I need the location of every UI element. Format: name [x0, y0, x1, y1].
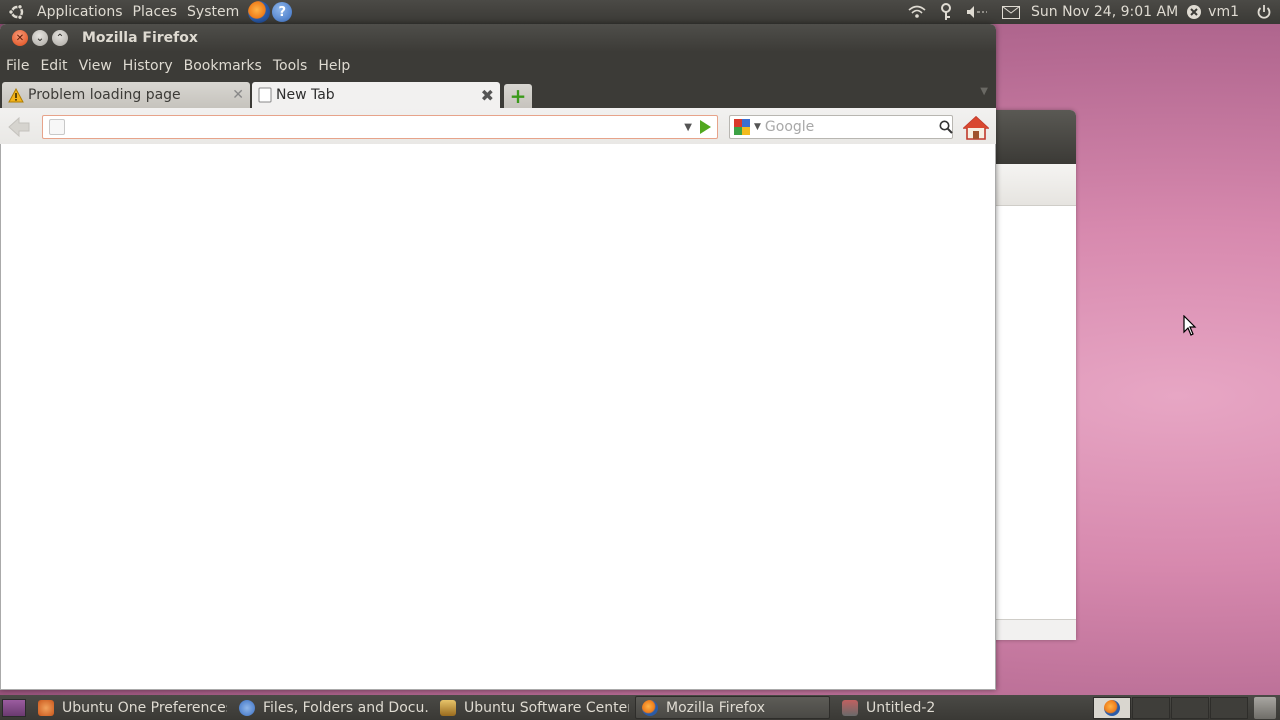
firefox-launcher-icon[interactable]	[248, 1, 271, 23]
bottom-panel: Ubuntu One Preferences Files, Folders an…	[0, 695, 1280, 720]
maximize-window-button[interactable]: ⌃	[52, 30, 68, 46]
taskbar-item-ubuntu-one[interactable]: Ubuntu One Preferences	[32, 696, 227, 719]
home-button[interactable]	[961, 115, 991, 140]
menu-history[interactable]: History	[118, 58, 178, 74]
menu-view[interactable]: View	[74, 58, 117, 74]
menubar: File Edit View History Bookmarks Tools H…	[0, 52, 996, 80]
tab-bar: Problem loading page ✕ New Tab ✖ + ▼	[0, 80, 996, 108]
firefox-mini-icon	[1104, 699, 1120, 716]
page-content[interactable]	[0, 144, 996, 690]
keyring-icon[interactable]	[940, 3, 952, 21]
help-icon	[239, 699, 255, 716]
user-menu[interactable]: vm1	[1186, 4, 1239, 20]
menu-edit[interactable]: Edit	[35, 58, 72, 74]
background-window[interactable]	[990, 110, 1076, 640]
navigation-toolbar: ▼ ▼	[0, 108, 996, 146]
site-identity-icon[interactable]	[49, 119, 65, 135]
software-center-icon	[440, 699, 456, 716]
search-engine-dropdown-icon[interactable]: ▼	[754, 122, 761, 132]
mouse-cursor-icon	[1183, 315, 1197, 336]
url-input[interactable]	[71, 117, 685, 137]
menu-tools[interactable]: Tools	[268, 58, 313, 74]
firefox-window: ✕ ⌄ ⌃ Mozilla Firefox File Edit View His…	[0, 24, 996, 690]
user-status-icon	[1187, 5, 1202, 19]
taskbar-item-label: Ubuntu One Preferences	[62, 699, 227, 716]
show-desktop-button[interactable]	[2, 698, 26, 717]
search-input[interactable]	[764, 117, 939, 137]
back-arrow-icon	[8, 116, 30, 137]
home-icon	[961, 115, 991, 140]
search-icon[interactable]	[939, 120, 953, 134]
background-window-titlebar[interactable]	[990, 110, 1076, 164]
tab-label: Problem loading page	[28, 87, 181, 103]
menu-bookmarks[interactable]: Bookmarks	[179, 58, 267, 74]
go-button[interactable]	[700, 120, 711, 134]
close-tab-icon[interactable]: ✕	[232, 87, 244, 103]
taskbar-item-label: Files, Folders and Docu...	[263, 699, 428, 716]
url-history-dropdown-icon[interactable]: ▼	[684, 122, 692, 133]
taskbar-item-label: Ubuntu Software Center	[464, 699, 629, 716]
applications-menu[interactable]: Applications	[32, 0, 128, 24]
clock[interactable]: Sun Nov 24, 9:01 AM	[1031, 4, 1178, 20]
window-title: Mozilla Firefox	[82, 30, 198, 46]
workspace-4[interactable]	[1210, 696, 1248, 719]
places-menu[interactable]: Places	[128, 0, 183, 24]
warning-icon	[8, 87, 24, 102]
background-window-toolbar	[990, 164, 1076, 206]
search-bar[interactable]: ▼	[729, 115, 953, 139]
blank-page-icon	[258, 87, 272, 103]
back-button[interactable]	[8, 115, 32, 139]
tab-list-arrow-icon[interactable]: ▼	[980, 86, 988, 97]
help-launcher-icon[interactable]: ?	[272, 2, 293, 22]
network-icon[interactable]	[908, 5, 926, 19]
menu-file[interactable]: File	[0, 58, 34, 74]
tab-new-tab[interactable]: New Tab ✖	[252, 82, 500, 108]
window-titlebar[interactable]: ✕ ⌄ ⌃ Mozilla Firefox	[0, 24, 996, 52]
taskbar-item-firefox[interactable]: Mozilla Firefox	[635, 696, 830, 719]
workspace-2[interactable]	[1132, 696, 1170, 719]
power-icon[interactable]	[1256, 4, 1272, 20]
menu-help[interactable]: Help	[313, 58, 355, 74]
taskbar-item-label: Mozilla Firefox	[666, 699, 766, 716]
close-window-button[interactable]: ✕	[12, 30, 28, 46]
minimize-window-button[interactable]: ⌄	[32, 30, 48, 46]
taskbar-item-untitled[interactable]: Untitled-2	[836, 696, 1031, 719]
trash-icon[interactable]	[1254, 696, 1276, 719]
mail-icon[interactable]	[1002, 5, 1021, 19]
tab-problem-loading[interactable]: Problem loading page ✕	[2, 82, 250, 108]
workspace-switcher	[1092, 696, 1280, 719]
taskbar-item-label: Untitled-2	[866, 699, 936, 716]
close-tab-icon[interactable]: ✖	[481, 86, 494, 105]
workspace-3[interactable]	[1171, 696, 1209, 719]
system-menu[interactable]: System	[182, 0, 244, 24]
tab-label: New Tab	[276, 87, 335, 103]
firefox-icon	[642, 699, 658, 716]
url-bar[interactable]: ▼	[42, 115, 718, 139]
volume-icon[interactable]	[966, 5, 988, 19]
top-panel: Applications Places System ? Sun Nov 24,…	[0, 0, 1280, 24]
google-icon[interactable]	[734, 119, 750, 135]
gimp-icon	[842, 699, 858, 716]
user-name: vm1	[1208, 4, 1239, 20]
new-tab-button[interactable]: +	[504, 84, 532, 108]
background-window-content	[990, 206, 1076, 620]
workspace-1[interactable]	[1093, 696, 1131, 719]
ubuntu-logo-icon[interactable]	[8, 3, 26, 21]
taskbar-item-help[interactable]: Files, Folders and Docu...	[233, 696, 428, 719]
ubuntu-one-icon	[38, 699, 54, 716]
taskbar-item-software-center[interactable]: Ubuntu Software Center	[434, 696, 629, 719]
